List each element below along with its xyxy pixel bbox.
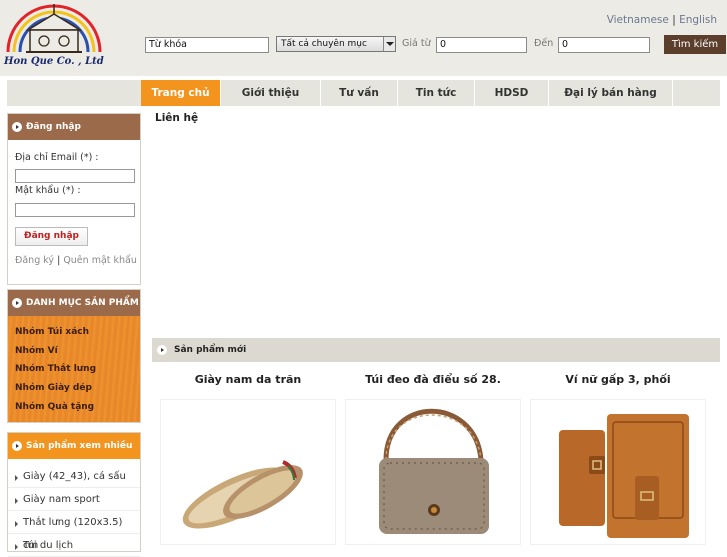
- arrow-circle-icon: [12, 441, 22, 451]
- page-title: Liên hệ: [155, 112, 199, 124]
- new-products-title: Sản phẩm mới: [174, 345, 247, 355]
- category-item-wallets[interactable]: Nhóm Ví: [15, 346, 58, 356]
- category-item-belts[interactable]: Nhóm Thắt lưng: [15, 364, 96, 374]
- site-header: Hon Que Co. , Ltd Vietnamese | English T…: [0, 0, 727, 76]
- category-item-gifts[interactable]: Nhóm Quà tặng: [15, 402, 94, 412]
- arrow-circle-icon: [12, 298, 22, 308]
- product-image-shoes[interactable]: [160, 399, 336, 545]
- register-link[interactable]: Đăng ký: [15, 255, 54, 266]
- login-links: Đăng ký | Quên mật khẩu: [15, 255, 137, 266]
- most-viewed-box: Sản phẩm xem nhiều Giày (42_43), cá sấu …: [7, 432, 141, 557]
- chevron-down-icon[interactable]: [383, 37, 395, 51]
- bullet-arrow-icon: [15, 475, 18, 481]
- most-viewed-item[interactable]: Giày (42_43), cá sấu: [8, 465, 140, 488]
- shoes-image: [182, 460, 303, 529]
- nav-item-empty: [672, 80, 720, 106]
- email-label: Địa chỉ Email (*) :: [15, 152, 99, 163]
- category-box-title: DANH MỤC SẢN PHẨM: [26, 298, 139, 308]
- price-to-input[interactable]: 0: [558, 37, 650, 53]
- most-viewed-item-label: Túi du lịch: [23, 540, 74, 551]
- main-nav: Trang chủ Giới thiệu Tư vấn Tin tức HDSD…: [7, 80, 720, 106]
- price-to-label: Đến: [534, 38, 554, 49]
- lang-english-link[interactable]: English: [679, 14, 717, 26]
- bullet-arrow-icon: [15, 498, 18, 504]
- product-name[interactable]: Ví nữ gấp 3, phối: [530, 373, 706, 386]
- most-viewed-item-label: Giày (42_43), cá sấu: [23, 471, 126, 482]
- category-box-header: DANH MỤC SẢN PHẨM: [8, 290, 140, 316]
- nav-item-consulting[interactable]: Tư vấn: [320, 80, 397, 106]
- forgot-password-link[interactable]: Quên mật khẩu: [63, 255, 137, 266]
- product-name[interactable]: Túi đeo đà điểu số 28.: [345, 373, 521, 386]
- lang-separator: |: [672, 14, 676, 26]
- new-products-header: Sản phẩm mới: [152, 338, 720, 362]
- search-button[interactable]: Tìm kiếm: [664, 35, 726, 54]
- most-viewed-title: Sản phẩm xem nhiều: [26, 441, 133, 451]
- email-field[interactable]: [15, 169, 135, 183]
- arrow-circle-icon: [157, 345, 167, 355]
- price-from-input[interactable]: 0: [436, 37, 527, 53]
- nav-item-guide[interactable]: HDSD: [474, 80, 548, 106]
- product-image-bag[interactable]: [345, 399, 521, 545]
- lang-vietnamese-link[interactable]: Vietnamese: [607, 14, 669, 26]
- category-box: DANH MỤC SẢN PHẨM Nhóm Túi xách Nhóm Ví …: [7, 289, 141, 423]
- login-box-title: Đăng nhập: [26, 122, 81, 132]
- login-box-header: Đăng nhập: [8, 114, 140, 140]
- product-name[interactable]: Giày nam da trăn: [160, 373, 336, 386]
- most-viewed-item[interactable]: Thắt lưng (120x3.5) cm: [8, 511, 140, 551]
- login-box: Đăng nhập Địa chỉ Email (*) : Mật khẩu (…: [7, 113, 141, 285]
- most-viewed-item[interactable]: Túi du lịch: [8, 534, 140, 557]
- price-from-label: Giá từ: [402, 38, 431, 49]
- login-links-separator: |: [57, 255, 61, 266]
- nav-item-news[interactable]: Tin tức: [397, 80, 474, 106]
- keyword-input[interactable]: Từ khóa: [145, 37, 269, 53]
- category-item-bags[interactable]: Nhóm Túi xách: [15, 327, 89, 337]
- password-label: Mật khẩu (*) :: [15, 185, 81, 196]
- most-viewed-item-label: Giày nam sport: [23, 494, 100, 505]
- category-select-value: Tất cả chuyên mục: [281, 39, 367, 49]
- nav-item-dealers[interactable]: Đại lý bán hàng: [548, 80, 672, 106]
- nav-item-home[interactable]: Trang chủ: [141, 80, 220, 106]
- most-viewed-header: Sản phẩm xem nhiều: [8, 433, 140, 459]
- category-item-shoes[interactable]: Nhóm Giày dép: [15, 383, 92, 393]
- bullet-arrow-icon: [15, 521, 18, 527]
- product-image-wallet[interactable]: [530, 399, 706, 545]
- login-button[interactable]: Đăng nhập: [15, 227, 88, 246]
- nav-item-about[interactable]: Giới thiệu: [220, 80, 320, 106]
- password-field[interactable]: [15, 203, 135, 217]
- category-select[interactable]: Tất cả chuyên mục: [276, 36, 396, 52]
- language-switcher: Vietnamese | English: [607, 14, 717, 26]
- arrow-circle-icon: [12, 122, 22, 132]
- most-viewed-item[interactable]: Giày nam sport: [8, 488, 140, 511]
- logo-text: Hon Que Co. , Ltd: [4, 56, 104, 67]
- wallet-image: [559, 414, 689, 538]
- bag-image: [379, 408, 489, 534]
